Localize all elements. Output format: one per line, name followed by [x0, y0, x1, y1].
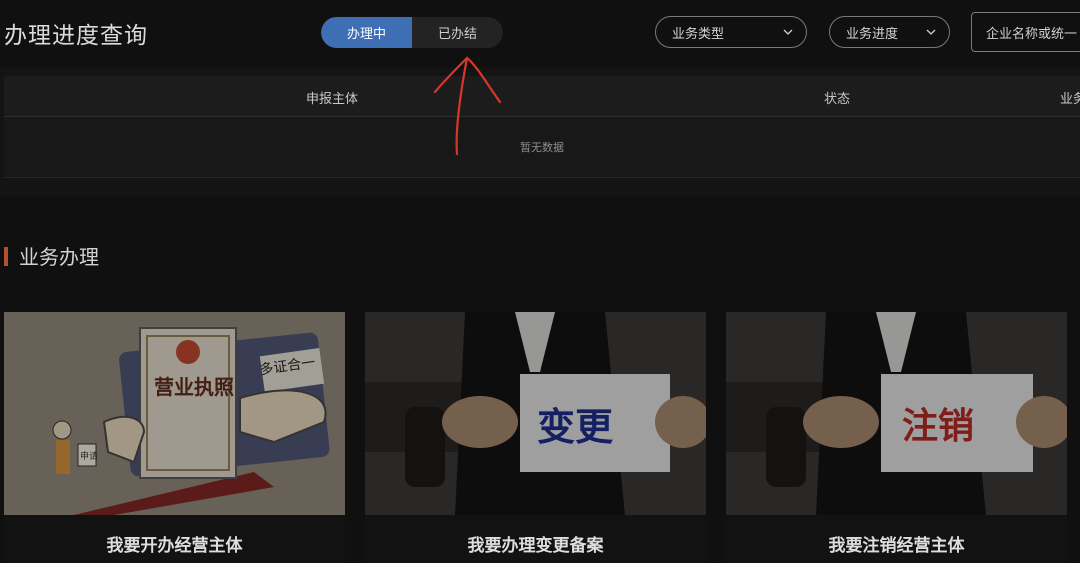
- table-body: 暂无数据: [4, 117, 1080, 178]
- progress-query-page: 办理进度查询 办理中 已办结 业务类型 业务进度 企业名称或统一 申报主体 状态…: [0, 0, 1080, 563]
- company-search-input[interactable]: 企业名称或统一: [971, 12, 1080, 52]
- section-title: 业务办理: [19, 245, 99, 269]
- service-card-open-business[interactable]: 多证合一 营业执照 申请 我要开办经营主体: [4, 312, 345, 563]
- change-sign-photo: 变更: [365, 312, 706, 515]
- section-marker: [4, 247, 8, 266]
- chevron-down-icon: [926, 29, 936, 35]
- business-progress-select[interactable]: 业务进度: [829, 16, 950, 48]
- chevron-down-icon: [783, 29, 793, 35]
- service-card-change-filing[interactable]: 变更 我要办理变更备案: [365, 312, 706, 563]
- service-card-deregister-business[interactable]: 注销 我要注销经营主体: [726, 312, 1067, 563]
- business-license-illustration: 多证合一 营业执照 申请: [4, 312, 345, 515]
- status-toggle: 办理中 已办结: [321, 17, 503, 48]
- empty-state-text: 暂无数据: [520, 141, 564, 154]
- card-caption: 我要办理变更备案: [467, 536, 604, 556]
- business-type-select[interactable]: 业务类型: [655, 16, 807, 48]
- card-caption: 我要注销经营主体: [828, 536, 965, 556]
- progress-table: 申报主体 状态 业务 暂无数据: [0, 68, 1080, 196]
- column-header-business: 业务: [1060, 92, 1080, 107]
- page-title: 办理进度查询: [4, 23, 148, 49]
- deregister-sign-photo: 注销: [726, 312, 1067, 515]
- tab-in-progress[interactable]: 办理中: [321, 17, 412, 48]
- business-progress-label: 业务进度: [846, 26, 899, 42]
- card-caption: 我要开办经营主体: [106, 536, 243, 556]
- column-header-subject: 申报主体: [306, 92, 359, 107]
- search-placeholder: 企业名称或统一: [986, 26, 1078, 42]
- tab-completed[interactable]: 已办结: [412, 17, 503, 48]
- business-type-label: 业务类型: [672, 26, 725, 42]
- column-header-status: 状态: [824, 92, 851, 107]
- table-header: 申报主体 状态 业务: [4, 76, 1080, 117]
